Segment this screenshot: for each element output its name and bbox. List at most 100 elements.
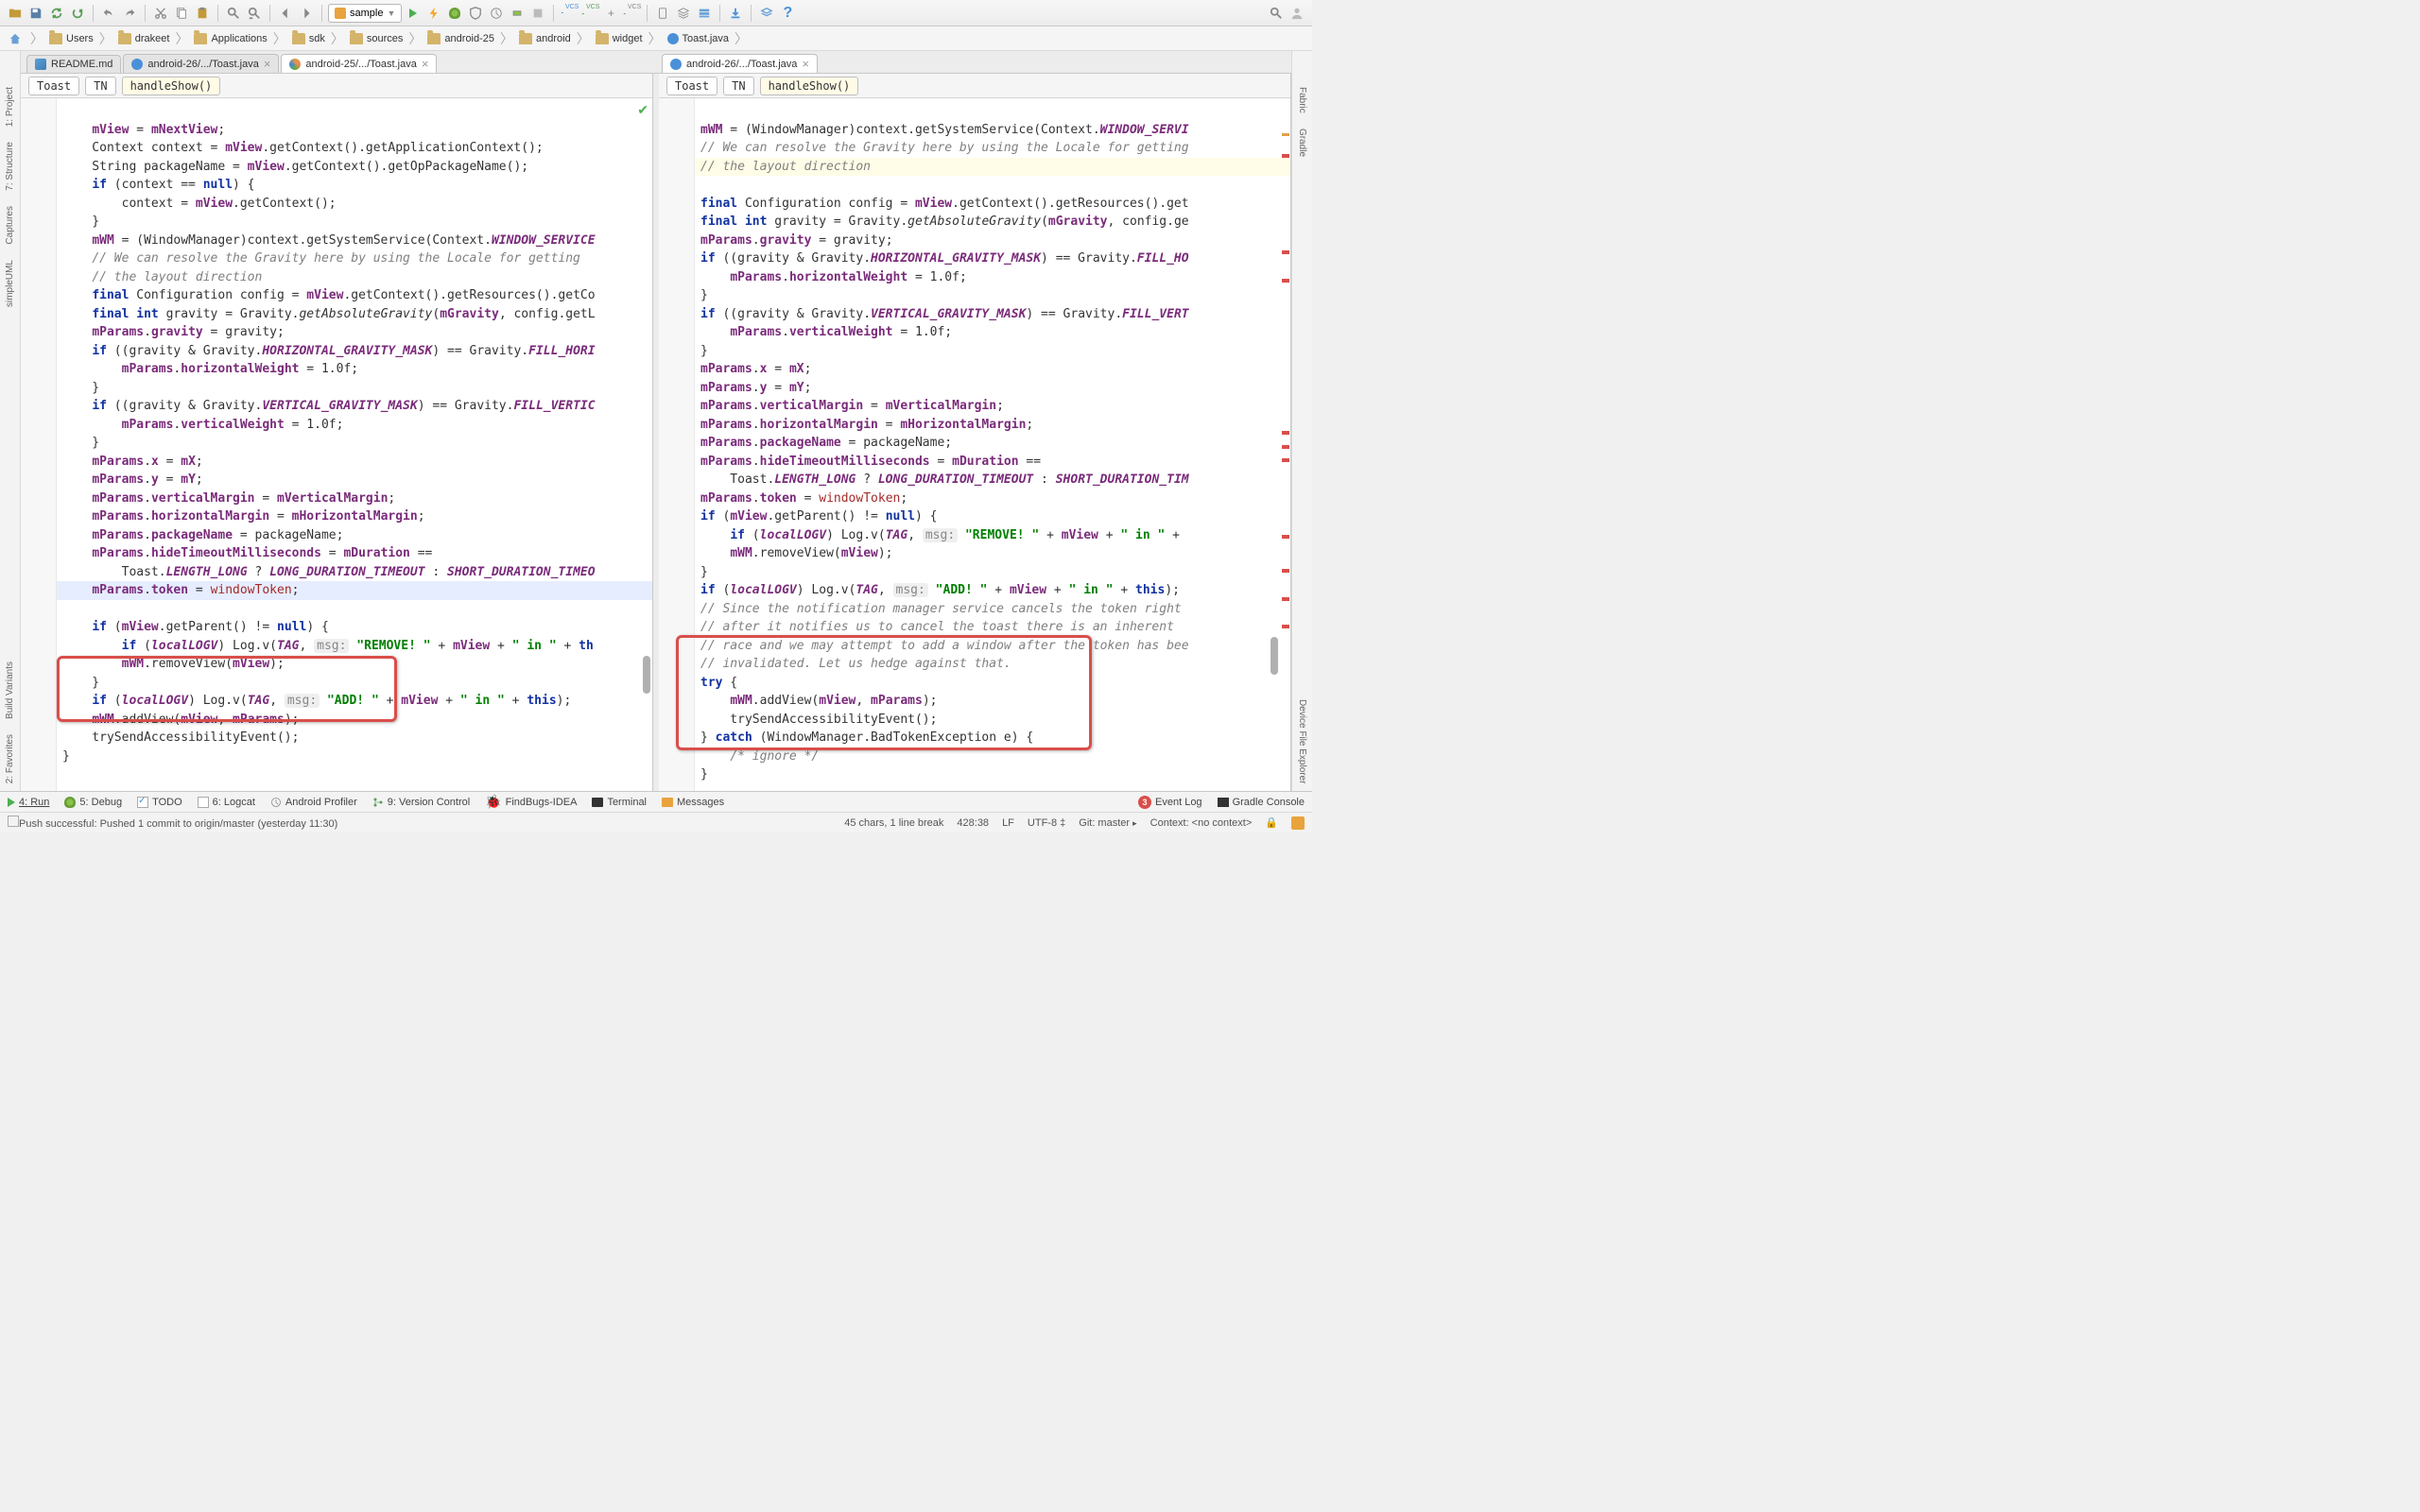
breadcrumb-item[interactable]: widget <box>613 33 643 44</box>
breadcrumb-file[interactable]: Toast.java <box>683 33 730 44</box>
status-position[interactable]: 428:38 <box>957 817 989 829</box>
tab-toast-26-right[interactable]: android-26/.../Toast.java× <box>662 54 818 73</box>
tool-vcs[interactable]: 9: Version Control <box>372 797 470 808</box>
tool-build-variants[interactable]: Build Variants <box>5 662 15 719</box>
sdk-icon[interactable] <box>674 4 693 23</box>
status-message: Push successful: Pushed 1 commit to orig… <box>19 818 337 830</box>
status-lock-icon[interactable]: 🔒 <box>1265 816 1278 829</box>
tab-toast-25[interactable]: android-25/.../Toast.java× <box>281 54 437 73</box>
breadcrumb-item[interactable]: android <box>536 33 571 44</box>
crumb-inner[interactable]: TN <box>723 77 753 95</box>
tool-captures[interactable]: Captures <box>5 206 15 245</box>
scrollbar-thumb[interactable] <box>1270 637 1278 675</box>
download-icon[interactable] <box>726 4 745 23</box>
editor-pane-right: Toast TN handleShow() mWM = (WindowManag… <box>659 74 1291 791</box>
crumb-inner[interactable]: TN <box>85 77 115 95</box>
tool-run[interactable]: 4: Run <box>8 797 49 808</box>
code-area-left[interactable]: mView = mNextView; Context context = mVi… <box>21 98 652 791</box>
vcs-revert-icon[interactable]: + <box>601 4 620 23</box>
code-breadcrumb-right: Toast TN handleShow() <box>659 74 1290 98</box>
code-area-right[interactable]: mWM = (WindowManager)context.getSystemSe… <box>659 98 1290 791</box>
apply-changes-icon[interactable] <box>424 4 443 23</box>
tool-findbugs[interactable]: 🐞FindBugs-IDEA <box>485 794 577 810</box>
crumb-class[interactable]: Toast <box>28 77 79 95</box>
find-icon[interactable] <box>224 4 243 23</box>
tool-logcat[interactable]: 6: Logcat <box>198 797 255 808</box>
vcs-commit-icon[interactable]: VCS <box>580 4 599 23</box>
status-hector-icon[interactable] <box>1291 816 1305 830</box>
paste-icon[interactable] <box>193 4 212 23</box>
tool-messages[interactable]: Messages <box>662 797 724 808</box>
avd-icon[interactable] <box>653 4 672 23</box>
cut-icon[interactable] <box>151 4 170 23</box>
breadcrumb-item[interactable]: sdk <box>309 33 325 44</box>
search-everywhere-icon[interactable] <box>1267 4 1286 23</box>
tool-debug[interactable]: 5: Debug <box>64 797 122 808</box>
replace-icon[interactable] <box>245 4 264 23</box>
breadcrumb-item[interactable]: sources <box>367 33 404 44</box>
status-encoding[interactable]: UTF-8 ‡ <box>1028 817 1065 829</box>
status-git-branch[interactable]: Git: master ▸ <box>1079 817 1136 829</box>
crumb-method[interactable]: handleShow() <box>760 77 859 95</box>
layers-icon[interactable] <box>757 4 776 23</box>
tool-project[interactable]: 1: Project <box>5 87 15 127</box>
tool-gradle[interactable]: Gradle <box>1297 129 1307 157</box>
copy-icon[interactable] <box>172 4 191 23</box>
attach-debugger-icon[interactable] <box>508 4 527 23</box>
undo-icon[interactable] <box>99 4 118 23</box>
breadcrumb-item[interactable]: Users <box>66 33 94 44</box>
tool-device-explorer[interactable]: Device File Explorer <box>1297 699 1307 783</box>
tool-favorites[interactable]: 2: Favorites <box>5 734 15 783</box>
refresh-icon[interactable] <box>68 4 87 23</box>
inspection-ok-icon: ✔ <box>637 102 648 118</box>
tool-terminal[interactable]: Terminal <box>592 797 647 808</box>
tool-profiler[interactable]: Android Profiler <box>270 797 357 808</box>
editor-tabs-right: android-26/.../Toast.java× <box>656 51 1291 74</box>
help-icon[interactable]: ? <box>778 4 797 23</box>
status-bar: Push successful: Pushed 1 commit to orig… <box>0 812 1312 833</box>
breadcrumb-item[interactable]: android-25 <box>444 33 494 44</box>
run-config-label: sample <box>350 8 383 19</box>
forward-icon[interactable] <box>297 4 316 23</box>
project-structure-icon[interactable] <box>695 4 714 23</box>
redo-icon[interactable] <box>120 4 139 23</box>
run-config-select[interactable]: sample ▼ <box>328 4 402 23</box>
tool-fabric[interactable]: Fabric <box>1297 87 1307 113</box>
code-breadcrumb-left: Toast TN handleShow() <box>21 74 652 98</box>
status-context[interactable]: Context: <no context> <box>1150 817 1253 829</box>
breadcrumb-item[interactable]: drakeet <box>135 33 170 44</box>
debug-icon[interactable] <box>445 4 464 23</box>
tab-toast-26-left[interactable]: android-26/.../Toast.java× <box>123 54 279 73</box>
close-icon[interactable]: × <box>422 58 429 70</box>
tool-todo[interactable]: ✓TODO <box>137 797 182 808</box>
tool-structure[interactable]: 7: Structure <box>5 142 15 191</box>
close-icon[interactable]: × <box>802 58 809 70</box>
scrollbar-thumb[interactable] <box>643 656 650 694</box>
tool-event-log[interactable]: 3Event Log <box>1138 796 1202 809</box>
tool-gradle-console[interactable]: Gradle Console <box>1218 797 1305 808</box>
left-tool-gutter: 1: Project 7: Structure Captures simpleU… <box>0 74 21 791</box>
breadcrumb-item[interactable]: Applications <box>211 33 267 44</box>
open-icon[interactable] <box>6 4 25 23</box>
stop-icon[interactable] <box>528 4 547 23</box>
editor-tabs-left: README.md android-26/.../Toast.java× and… <box>21 51 656 74</box>
tool-simpleuml[interactable]: simpleUML <box>5 260 15 307</box>
tab-readme[interactable]: README.md <box>26 55 121 73</box>
user-icon[interactable] <box>1288 4 1306 23</box>
bottom-tool-bar: 4: Run 5: Debug ✓TODO 6: Logcat Android … <box>0 791 1312 812</box>
profile-icon[interactable] <box>487 4 506 23</box>
crumb-class[interactable]: Toast <box>666 77 717 95</box>
status-line-ending[interactable]: LF <box>1002 817 1014 829</box>
vcs-update-icon[interactable]: VCS <box>560 4 579 23</box>
crumb-method[interactable]: handleShow() <box>122 77 221 95</box>
save-icon[interactable] <box>26 4 45 23</box>
vcs-history-icon[interactable]: VCS <box>622 4 641 23</box>
coverage-icon[interactable] <box>466 4 485 23</box>
home-icon[interactable] <box>6 29 25 48</box>
run-icon[interactable] <box>404 4 423 23</box>
sync-icon[interactable] <box>47 4 66 23</box>
back-icon[interactable] <box>276 4 295 23</box>
error-stripe[interactable] <box>1279 98 1290 791</box>
close-icon[interactable]: × <box>264 58 271 70</box>
status-selection: 45 chars, 1 line break <box>844 817 943 829</box>
